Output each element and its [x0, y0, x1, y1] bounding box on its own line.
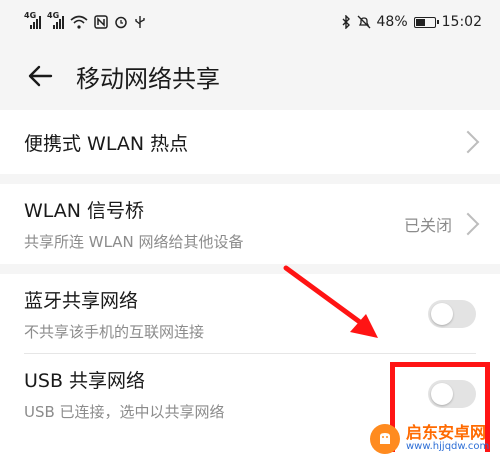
hotspot-card: 便携式 WLAN 热点 — [0, 110, 500, 174]
wlan-hotspot-item[interactable]: 便携式 WLAN 热点 — [0, 110, 500, 174]
nfc-icon — [94, 15, 108, 29]
battery-percent: 48% — [376, 14, 408, 30]
back-button[interactable] — [12, 48, 68, 104]
status-bar: 4G 4G 48% 15:02 — [0, 0, 500, 44]
app-bar: 移动网络共享 — [0, 44, 500, 108]
bluetooth-icon — [342, 15, 350, 29]
wlan-hotspot-title: 便携式 WLAN 热点 — [24, 132, 189, 155]
signal-icon: 4G — [47, 11, 64, 29]
status-left: 4G 4G — [24, 11, 146, 29]
chevron-right-icon — [456, 130, 480, 154]
usb-share-title: USB 共享网络 — [24, 370, 146, 392]
bridge-card: WLAN 信号桥 共享所连 WLAN 网络给其他设备 已关闭 — [0, 184, 500, 264]
watermark-url: www.hjjqdw.com — [406, 441, 490, 453]
bluetooth-share-item[interactable]: 蓝牙共享网络 不共享该手机的互联网连接 — [0, 274, 500, 354]
usb-share-subtitle: USB 已连接，选中以共享网络 — [24, 403, 225, 421]
wlan-bridge-subtitle: 共享所连 WLAN 网络给其他设备 — [24, 233, 244, 251]
annotation-arrow — [283, 265, 378, 338]
wifi-icon — [70, 15, 88, 29]
mute-icon — [357, 15, 370, 29]
wlan-bridge-item[interactable]: WLAN 信号桥 共享所连 WLAN 网络给其他设备 已关闭 — [0, 184, 500, 264]
signal-icon: 4G — [24, 11, 41, 29]
wlan-bridge-state: 已关闭 — [403, 216, 452, 235]
watermark-logo: 启东安卓网 www.hjjqdw.com — [370, 422, 496, 456]
watermark-name: 启东安卓网 — [406, 423, 487, 443]
back-arrow-icon — [28, 65, 53, 87]
chevron-right-icon — [456, 212, 480, 236]
clock: 15:02 — [441, 14, 482, 30]
status-right: 48% 15:02 — [341, 14, 482, 30]
alarm-icon — [115, 16, 127, 29]
wlan-bridge-title: WLAN 信号桥 — [24, 200, 145, 222]
watermark-icon — [370, 424, 400, 454]
page-title: 移动网络共享 — [76, 64, 220, 93]
bluetooth-share-toggle[interactable] — [428, 300, 476, 328]
battery-icon — [413, 16, 439, 28]
usb-icon — [135, 16, 145, 28]
